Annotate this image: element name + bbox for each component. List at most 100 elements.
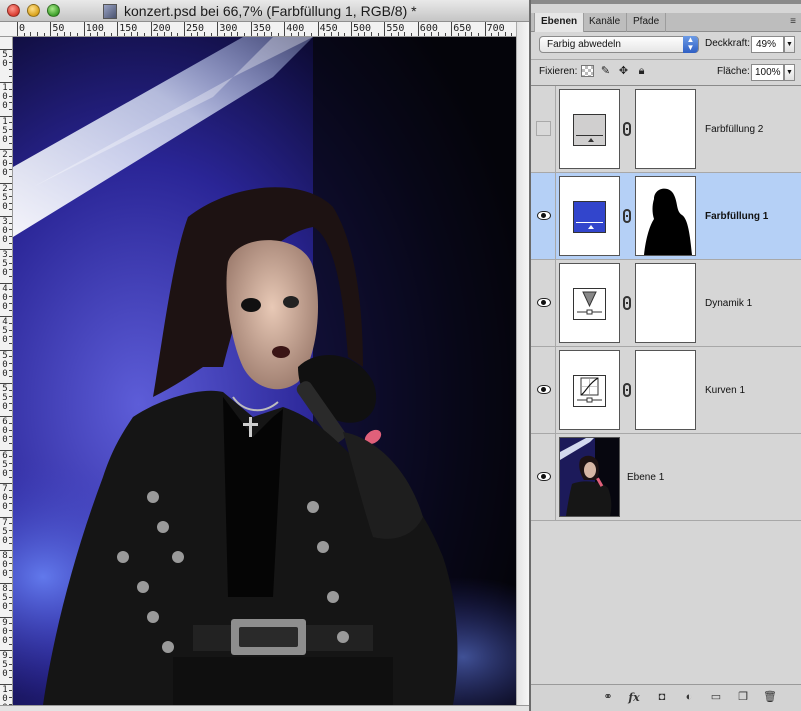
ruler-minor-tick [9, 690, 12, 692]
ruler-major-tick [83, 22, 85, 36]
eye-visibility-icon[interactable] [537, 298, 551, 307]
layer-mask-thumbnail[interactable] [635, 176, 696, 256]
ruler-major-tick [250, 22, 252, 36]
layer-row-farbfuellung-2[interactable]: Farbfüllung 2 [531, 86, 801, 173]
divider [555, 173, 556, 259]
ruler-minor-tick [9, 489, 12, 491]
ruler-minor-tick [43, 33, 45, 36]
opacity-field[interactable]: 49% [751, 36, 784, 53]
ruler-minor-tick [9, 175, 12, 177]
ruler-minor-tick [424, 33, 426, 36]
layer-row-dynamik-1[interactable]: Dynamik 1 [531, 260, 801, 347]
new-adjustment-layer-icon[interactable]: ◐ [682, 691, 696, 704]
ruler-major-tick [351, 22, 352, 36]
new-layer-icon[interactable]: ❐ [736, 691, 750, 704]
panel-resize-handle[interactable] [795, 20, 801, 680]
ruler-label: 500 [2, 350, 8, 379]
vertical-scrollbar[interactable] [516, 22, 529, 705]
ruler-minor-tick [9, 69, 12, 71]
ruler-minor-tick [143, 33, 145, 36]
ruler-major-tick [17, 22, 18, 36]
layer-mask-thumbnail[interactable] [635, 263, 696, 343]
ruler-minor-tick [244, 33, 246, 36]
ruler-label: 400 [286, 23, 305, 34]
ruler-label: 850 [2, 584, 8, 613]
layer-mask-thumbnail[interactable] [635, 350, 696, 430]
ruler-minor-tick [9, 523, 12, 525]
ruler-minor-tick [344, 33, 346, 36]
ruler-minor-tick [404, 32, 406, 36]
mask-link-chain-icon[interactable] [623, 209, 631, 223]
ruler-major-tick [184, 22, 185, 36]
ruler-minor-tick [9, 329, 12, 331]
link-layers-icon[interactable]: ⚭ [599, 691, 617, 704]
ruler-minor-tick [137, 32, 139, 36]
ruler-minor-tick [9, 443, 12, 445]
ruler-minor-tick [30, 32, 32, 36]
ruler-minor-tick [9, 563, 12, 565]
mask-link-chain-icon[interactable] [623, 296, 631, 310]
fx-layer-style-icon[interactable]: fx [627, 691, 641, 704]
eye-visibility-icon[interactable] [537, 211, 551, 220]
ruler-label: 700 [486, 23, 505, 34]
ruler-minor-tick [110, 33, 112, 36]
ruler-minor-tick [130, 32, 132, 36]
concert-photo-thumbnail-icon [560, 438, 619, 516]
document-titlebar[interactable]: konzert.psd bei 66,7% (Farbfüllung 1, RG… [0, 0, 529, 22]
tab-layers[interactable]: Ebenen [534, 13, 585, 32]
vertical-ruler[interactable]: 50 100 150 200 250 300 350 400 450 500 550 600 650 70… [0, 37, 13, 705]
layer-row-ebene-1[interactable]: Ebene 1 [531, 434, 801, 521]
ruler-minor-tick [163, 32, 165, 36]
ruler-minor-tick [9, 630, 12, 632]
horizontal-ruler[interactable]: 0 50 100 150 200 250 300 350 400 450 500 550 600 650 7… [0, 22, 516, 37]
lock-pixels-brush-icon[interactable]: ✎ [599, 65, 612, 77]
ruler-label: 800 [2, 551, 8, 579]
photo-canvas[interactable] [13, 37, 516, 705]
eye-visibility-icon[interactable] [537, 385, 551, 394]
ruler-minor-tick [57, 33, 59, 36]
ruler-minor-tick [103, 32, 105, 36]
ruler-minor-tick [310, 33, 312, 36]
mask-link-chain-icon[interactable] [623, 383, 631, 397]
ruler-label: 300 [219, 23, 238, 34]
layers-panel-footer: ⚭ fx ◘ ◐ ▭ ❐ 🗑︎ [531, 684, 801, 711]
fill-field[interactable]: 100% [751, 64, 784, 81]
ruler-minor-tick [37, 32, 39, 36]
ruler-minor-tick [9, 469, 12, 471]
ruler-label: 550 [2, 384, 8, 412]
eye-visibility-icon[interactable] [537, 472, 551, 481]
ruler-minor-tick [9, 509, 12, 511]
add-mask-icon[interactable]: ◘ [655, 691, 669, 704]
minimize-window-button[interactable] [27, 4, 40, 17]
tab-channels[interactable]: Kanäle [583, 13, 628, 32]
fill-slider-toggle-icon[interactable]: ▼ [784, 64, 795, 81]
ruler-minor-tick [9, 276, 12, 278]
new-group-folder-icon[interactable]: ▭ [709, 691, 723, 704]
curves-adjustment-icon [573, 375, 606, 407]
lock-transparency-icon[interactable] [581, 65, 594, 77]
blend-mode-select[interactable]: Farbig abwedeln ▲ ▼ [539, 36, 699, 53]
ruler-minor-tick [9, 95, 12, 97]
ruler-minor-tick [391, 33, 393, 36]
lock-position-move-icon[interactable]: ✥ [617, 65, 630, 77]
ruler-label: 700 [2, 484, 8, 513]
ruler-minor-tick [210, 33, 212, 36]
layer-row-kurven-1[interactable]: Kurven 1 [531, 347, 801, 434]
layer-row-farbfuellung-1[interactable]: Farbfüllung 1 [531, 173, 801, 260]
tab-paths[interactable]: Pfade [627, 13, 667, 32]
ruler-major-tick [384, 22, 386, 36]
lock-all-padlock-icon[interactable]: 🔒︎ [635, 65, 648, 77]
visibility-toggle[interactable] [536, 121, 551, 136]
delete-layer-trash-icon[interactable]: 🗑︎ [763, 691, 777, 704]
panel-titlebar[interactable] [531, 0, 801, 4]
ruler-minor-tick [357, 33, 359, 36]
ruler-minor-tick [471, 32, 473, 36]
close-window-button[interactable] [7, 4, 20, 17]
layer-mask-thumbnail[interactable] [635, 89, 696, 169]
curves-graph-icon [577, 377, 602, 403]
ruler-minor-tick [257, 33, 259, 36]
ruler-minor-tick [9, 109, 12, 111]
mask-link-chain-icon[interactable] [623, 122, 631, 136]
zoom-window-button[interactable] [47, 4, 60, 17]
opacity-slider-toggle-icon[interactable]: ▼ [784, 36, 795, 53]
